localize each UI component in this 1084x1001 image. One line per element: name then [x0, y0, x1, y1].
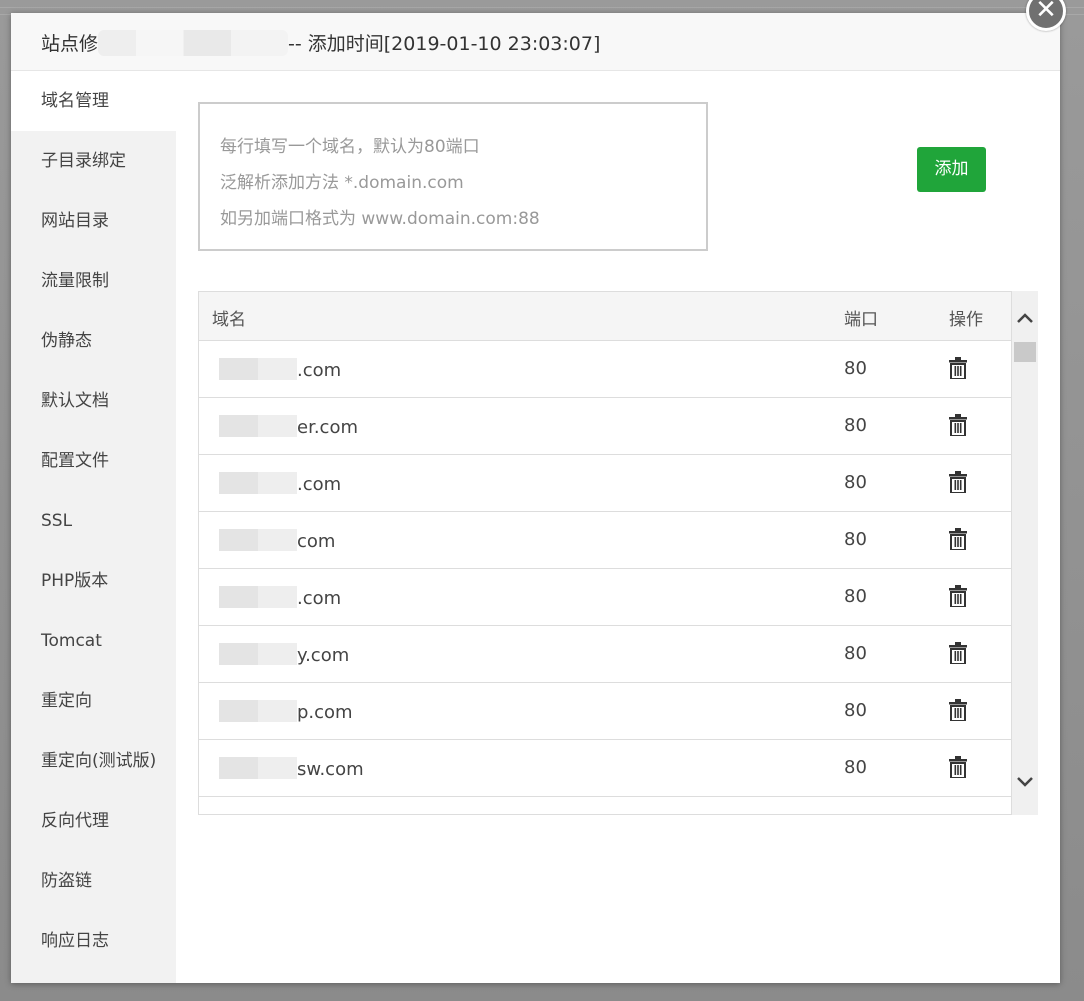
domain-text: com	[297, 531, 336, 552]
redacted-block	[219, 358, 297, 380]
domain-cell: .com	[219, 586, 341, 609]
delete-button[interactable]	[948, 699, 968, 722]
domain-text: p.com	[297, 702, 353, 723]
scroll-thumb[interactable]	[1014, 342, 1036, 362]
table-scrollbar[interactable]	[1012, 291, 1038, 815]
port-cell: 80	[844, 529, 867, 550]
site-settings-dialog: 站点修 -- 添加时间[2019-01-10 23:03:07] 域名管理 子目录…	[11, 13, 1060, 983]
close-icon: ✕	[1035, 0, 1057, 25]
delete-button[interactable]	[948, 471, 968, 494]
port-cell: 80	[844, 700, 867, 721]
port-cell: 80	[844, 643, 867, 664]
redacted-block	[219, 472, 297, 494]
sidebar-item-site-directory[interactable]: 网站目录	[11, 191, 176, 251]
redacted-block	[219, 586, 297, 608]
table-row: .com 80	[199, 569, 1011, 626]
column-header-port: 端口	[844, 310, 878, 330]
table-row: p.com 80	[199, 683, 1011, 740]
table-row: er.com 80	[199, 398, 1011, 455]
redacted-block	[219, 415, 297, 437]
chevron-down-icon	[1017, 777, 1033, 787]
port-cell: 80	[844, 586, 867, 607]
domain-text: sw.com	[297, 759, 364, 780]
domain-text: .com	[297, 588, 342, 609]
table-row: y.com 80	[199, 626, 1011, 683]
placeholder-line: 如另加端口格式为 www.domain.com:88	[220, 209, 540, 229]
delete-button[interactable]	[948, 357, 968, 380]
sidebar-nav: 域名管理 子目录绑定 网站目录 流量限制 伪静态 默认文档 配置文件 SSL P…	[11, 71, 176, 983]
trash-icon	[949, 357, 967, 380]
scroll-up-button[interactable]	[1015, 309, 1035, 329]
table-row: .com 80	[199, 455, 1011, 512]
port-cell: 80	[844, 757, 867, 778]
port-cell: 80	[844, 472, 867, 493]
sidebar-item-hotlink-protection[interactable]: 防盗链	[11, 851, 176, 911]
domain-cell: com	[219, 529, 335, 552]
domain-cell: er.com	[219, 415, 358, 438]
trash-icon	[949, 699, 967, 722]
domain-cell: .com	[219, 472, 341, 495]
sidebar-item-reverse-proxy[interactable]: 反向代理	[11, 791, 176, 851]
add-domain-button[interactable]: 添加	[917, 147, 986, 192]
table-row: com 80	[199, 512, 1011, 569]
table-header: 域名 端口 操作	[199, 292, 1011, 341]
delete-button[interactable]	[948, 528, 968, 551]
trash-icon	[949, 642, 967, 665]
delete-button[interactable]	[948, 642, 968, 665]
title-redacted-block	[98, 30, 289, 56]
port-cell: 80	[844, 415, 867, 436]
dialog-header: 站点修 -- 添加时间[2019-01-10 23:03:07]	[11, 13, 1060, 71]
domain-text: .com	[297, 360, 342, 381]
delete-button[interactable]	[948, 756, 968, 779]
domain-text: .com	[297, 474, 342, 495]
sidebar-item-rewrite[interactable]: 伪静态	[11, 311, 176, 371]
sidebar-item-default-document[interactable]: 默认文档	[11, 371, 176, 431]
scroll-down-button[interactable]	[1015, 771, 1035, 791]
redacted-block	[219, 700, 297, 722]
delete-button[interactable]	[948, 414, 968, 437]
domain-input[interactable]: 每行填写一个域名，默认为80端口 泛解析添加方法 *.domain.com 如另…	[198, 102, 708, 251]
trash-icon	[949, 756, 967, 779]
redacted-block	[219, 643, 297, 665]
sidebar-item-redirect[interactable]: 重定向	[11, 671, 176, 731]
column-header-action: 操作	[949, 310, 983, 330]
domain-table: 域名 端口 操作 .com 80 er.com 80 .com 80 com 8…	[198, 291, 1012, 815]
sidebar-item-traffic-limit[interactable]: 流量限制	[11, 251, 176, 311]
chevron-up-icon	[1017, 313, 1033, 323]
sidebar-item-redirect-beta[interactable]: 重定向(测试版)	[11, 731, 176, 791]
sidebar-item-response-log[interactable]: 响应日志	[11, 911, 176, 971]
trash-icon	[949, 414, 967, 437]
trash-icon	[949, 471, 967, 494]
redacted-block	[219, 757, 297, 779]
sidebar-item-php-version[interactable]: PHP版本	[11, 551, 176, 611]
dialog-title: 站点修 -- 添加时间[2019-01-10 23:03:07]	[41, 29, 600, 56]
column-header-domain: 域名	[212, 310, 246, 330]
trash-icon	[949, 585, 967, 608]
sidebar-item-subdirectory-binding[interactable]: 子目录绑定	[11, 131, 176, 191]
sidebar-item-tomcat[interactable]: Tomcat	[11, 611, 176, 671]
sidebar-item-ssl[interactable]: SSL	[11, 491, 176, 551]
trash-icon	[949, 528, 967, 551]
port-cell: 80	[844, 358, 867, 379]
sidebar-item-config-file[interactable]: 配置文件	[11, 431, 176, 491]
domain-cell: y.com	[219, 643, 349, 666]
redacted-block	[219, 529, 297, 551]
domain-table-container: 域名 端口 操作 .com 80 er.com 80 .com 80 com 8…	[198, 291, 1038, 815]
placeholder-line: 泛解析添加方法 *.domain.com	[220, 173, 464, 193]
domain-cell: sw.com	[219, 757, 364, 780]
domain-cell: p.com	[219, 700, 353, 723]
table-row: sw.com 80	[199, 740, 1011, 797]
placeholder-line: 每行填写一个域名，默认为80端口	[220, 137, 480, 157]
domain-management-panel: 每行填写一个域名，默认为80端口 泛解析添加方法 *.domain.com 如另…	[176, 71, 1060, 983]
sidebar-item-domain-management[interactable]: 域名管理	[11, 71, 176, 131]
domain-text: er.com	[297, 417, 358, 438]
delete-button[interactable]	[948, 585, 968, 608]
dialog-title-suffix: -- 添加时间[2019-01-10 23:03:07]	[288, 33, 601, 55]
dialog-title-prefix: 站点修	[41, 33, 99, 55]
domain-text: y.com	[297, 645, 350, 666]
table-row: .com 80	[199, 341, 1011, 398]
domain-cell: .com	[219, 358, 341, 381]
